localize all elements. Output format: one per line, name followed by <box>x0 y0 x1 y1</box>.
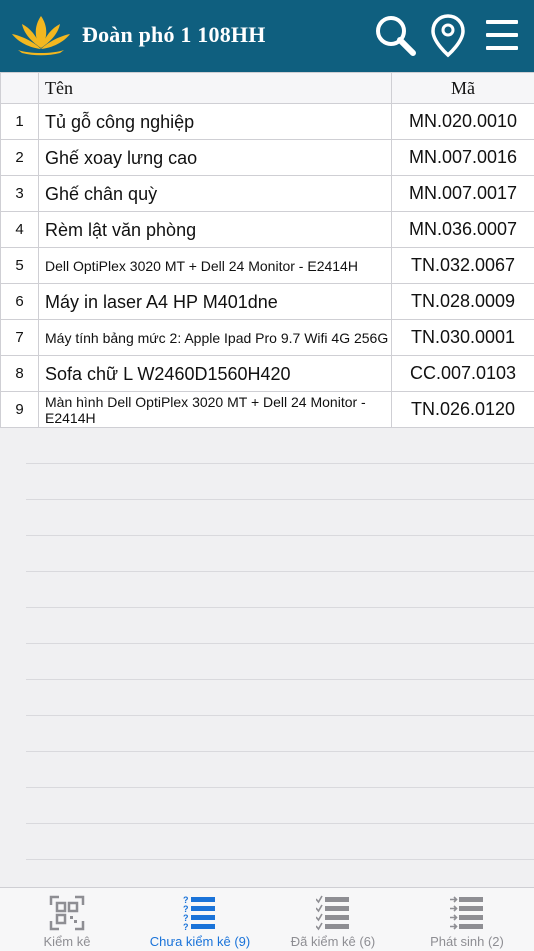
table-row[interactable]: 9 Màn hình Dell OptiPlex 3020 MT + Dell … <box>1 392 534 428</box>
asset-name: Rèm lật văn phòng <box>39 212 392 248</box>
tab-bar: Kiểm kê ???? Chưa kiểm kê (9) Đã kiểm kê… <box>0 887 534 951</box>
arrow-list-icon <box>450 895 484 933</box>
column-header-name: Tên <box>39 73 392 104</box>
tab-label: Kiểm kê <box>0 934 134 949</box>
tab-kiem-ke[interactable]: Kiểm kê <box>0 888 134 951</box>
empty-list-area <box>26 427 534 887</box>
column-header-index <box>1 73 39 104</box>
hamburger-menu-icon[interactable] <box>484 12 520 58</box>
table-row[interactable]: 4 Rèm lật văn phòng MN.036.0007 <box>1 212 534 248</box>
asset-name: Ghế chân quỳ <box>39 176 392 212</box>
asset-name: Máy in laser A4 HP M401dne <box>39 284 392 320</box>
asset-code: MN.020.0010 <box>392 104 534 140</box>
row-index: 9 <box>1 392 39 428</box>
asset-name: Máy tính bảng mức 2: Apple Ipad Pro 9.7 … <box>39 320 392 356</box>
table-row[interactable]: 6 Máy in laser A4 HP M401dne TN.028.0009 <box>1 284 534 320</box>
row-index: 4 <box>1 212 39 248</box>
search-icon[interactable] <box>372 12 418 58</box>
svg-text:?: ? <box>183 922 189 932</box>
asset-code: CC.007.0103 <box>392 356 534 392</box>
tab-label: Đã kiểm kê (6) <box>266 934 400 949</box>
asset-code: TN.026.0120 <box>392 392 534 428</box>
row-index: 8 <box>1 356 39 392</box>
asset-name: Màn hình Dell OptiPlex 3020 MT + Dell 24… <box>39 392 392 428</box>
tab-label: Phát sinh (2) <box>400 934 534 949</box>
app-header: Đoàn phó 1 108HH <box>0 0 534 72</box>
tab-chua-kiem-ke[interactable]: ???? Chưa kiểm kê (9) <box>134 888 266 951</box>
row-index: 7 <box>1 320 39 356</box>
lotus-logo-icon <box>10 12 72 56</box>
row-index: 1 <box>1 104 39 140</box>
tab-phat-sinh[interactable]: Phát sinh (2) <box>400 888 534 951</box>
asset-name: Dell OptiPlex 3020 MT + Dell 24 Monitor … <box>39 248 392 284</box>
checked-list-icon <box>316 895 350 933</box>
qr-scan-icon <box>49 895 85 931</box>
row-index: 5 <box>1 248 39 284</box>
table-row[interactable]: 1 Tủ gỗ công nghiệp MN.020.0010 <box>1 104 534 140</box>
table-header-row: Tên Mã <box>1 73 534 104</box>
tab-da-kiem-ke[interactable]: Đã kiểm kê (6) <box>266 888 400 951</box>
asset-code: TN.030.0001 <box>392 320 534 356</box>
table-row[interactable]: 8 Sofa chữ L W2460D1560H420 CC.007.0103 <box>1 356 534 392</box>
asset-name: Tủ gỗ công nghiệp <box>39 104 392 140</box>
table-row[interactable]: 2 Ghế xoay lưng cao MN.007.0016 <box>1 140 534 176</box>
asset-code: MN.007.0016 <box>392 140 534 176</box>
table-row[interactable]: 7 Máy tính bảng mức 2: Apple Ipad Pro 9.… <box>1 320 534 356</box>
asset-code: MN.007.0017 <box>392 176 534 212</box>
tab-label: Chưa kiểm kê (9) <box>134 934 266 949</box>
asset-name: Ghế xoay lưng cao <box>39 140 392 176</box>
page-title: Đoàn phó 1 108HH <box>82 22 266 48</box>
asset-code: TN.032.0067 <box>392 248 534 284</box>
table-row[interactable]: 3 Ghế chân quỳ MN.007.0017 <box>1 176 534 212</box>
table-row[interactable]: 5 Dell OptiPlex 3020 MT + Dell 24 Monito… <box>1 248 534 284</box>
asset-table: Tên Mã 1 Tủ gỗ công nghiệp MN.020.0010 2… <box>0 72 534 427</box>
asset-code: MN.036.0007 <box>392 212 534 248</box>
row-index: 2 <box>1 140 39 176</box>
location-pin-icon[interactable] <box>430 12 466 58</box>
unchecked-list-icon: ???? <box>183 895 217 933</box>
asset-name: Sofa chữ L W2460D1560H420 <box>39 356 392 392</box>
row-index: 3 <box>1 176 39 212</box>
asset-code: TN.028.0009 <box>392 284 534 320</box>
column-header-code: Mã <box>392 73 534 104</box>
row-index: 6 <box>1 284 39 320</box>
